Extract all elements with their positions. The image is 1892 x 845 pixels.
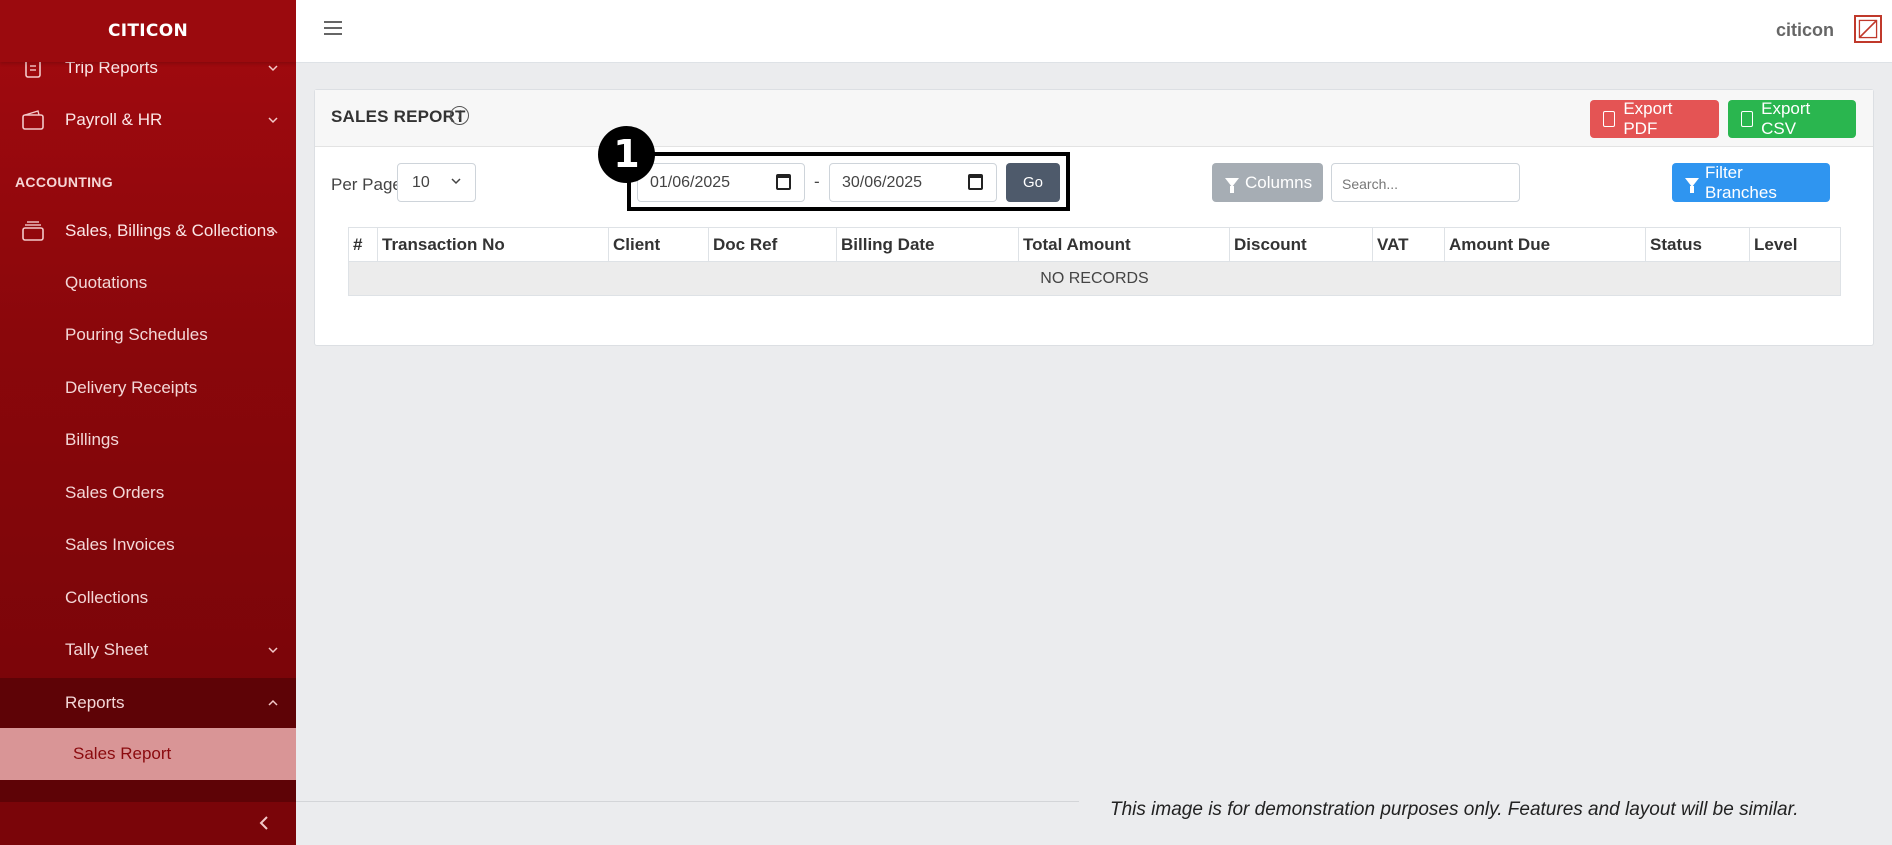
export-pdf-button[interactable]: Export PDF — [1590, 99, 1719, 138]
wallet-icon — [22, 110, 44, 130]
sidebar-section-title: ACCOUNTING — [15, 174, 113, 190]
sidebar-item-label: Payroll & HR — [65, 110, 163, 129]
sidebar-item-label: Pouring Schedules — [65, 325, 208, 344]
sidebar-item-sales-invoices[interactable]: Sales Invoices — [0, 521, 296, 569]
page-title: SALES REPORT — [331, 107, 466, 126]
chevron-down-icon — [451, 178, 461, 185]
column-header[interactable]: Status — [1645, 227, 1750, 262]
sidebar: CITICON Trip Reports Payroll & HR ACCOUN… — [0, 0, 296, 845]
columns-button[interactable]: Columns — [1212, 163, 1323, 202]
column-header[interactable]: Amount Due — [1444, 227, 1646, 262]
disclaimer-text: This image is for demonstration purposes… — [1110, 799, 1799, 820]
search-placeholder: Search... — [1342, 176, 1399, 192]
chevron-up-icon — [268, 699, 278, 706]
username[interactable]: citicon — [1776, 20, 1834, 41]
sidebar-collapse-bar[interactable] — [0, 802, 296, 845]
sidebar-group-sales[interactable]: Sales, Billings & Collections — [0, 219, 296, 243]
funnel-icon — [1225, 178, 1239, 193]
table-header-row: # Transaction No Client Doc Ref Billing … — [348, 227, 1841, 262]
export-pdf-label: Export PDF — [1623, 99, 1673, 138]
chevron-up-icon — [268, 227, 278, 234]
chevron-left-icon[interactable] — [256, 815, 272, 831]
sidebar-item-label: Sales Invoices — [65, 535, 175, 554]
sidebar-item-collections[interactable]: Collections — [0, 574, 296, 622]
stack-icon — [22, 221, 44, 241]
filter-branches-button[interactable]: Filter Branches — [1672, 163, 1830, 202]
table-row: NO RECORDS — [348, 261, 1841, 296]
sidebar-item-pouring-schedules[interactable]: Pouring Schedules — [0, 311, 296, 359]
sidebar-item-label: Sales Report — [73, 744, 172, 763]
menu-toggle-icon[interactable] — [324, 21, 342, 37]
per-page-value: 10 — [412, 174, 430, 191]
column-header[interactable]: # — [348, 227, 378, 262]
column-header[interactable]: Doc Ref — [708, 227, 837, 262]
sidebar-item-billings[interactable]: Billings — [0, 416, 296, 464]
sidebar-item-label: Quotations — [65, 273, 148, 292]
footer-divider — [296, 801, 1079, 802]
sidebar-item-reports[interactable]: Reports — [0, 679, 296, 727]
chevron-down-icon — [268, 117, 278, 124]
avatar[interactable] — [1854, 15, 1882, 43]
column-header[interactable]: Client — [608, 227, 709, 262]
sidebar-item-label: Tally Sheet — [65, 640, 149, 659]
sidebar-group-label: Sales, Billings & Collections — [65, 221, 275, 240]
callout-marker: 1 — [598, 126, 655, 183]
search-input[interactable]: Search... — [1331, 163, 1520, 202]
topbar: citicon — [296, 0, 1892, 63]
info-icon[interactable]: i — [450, 106, 469, 125]
chevron-down-icon — [268, 647, 278, 654]
date-range-highlight — [627, 152, 1070, 211]
sidebar-item-label: Billings — [65, 430, 119, 449]
sidebar-item-payroll-hr[interactable]: Payroll & HR — [0, 108, 296, 132]
sidebar-item-quotations[interactable]: Quotations — [0, 259, 296, 307]
file-pdf-icon — [1603, 111, 1616, 127]
sidebar-item-label: Reports — [65, 693, 125, 712]
card-header: SALES REPORT i Export PDF Export CSV — [315, 90, 1873, 147]
sales-report-card: SALES REPORT i Export PDF Export CSV Per… — [314, 89, 1874, 346]
export-csv-button[interactable]: Export CSV — [1728, 99, 1856, 138]
brand-logo[interactable]: CITICON — [0, 0, 296, 62]
column-header[interactable]: Level — [1749, 227, 1841, 262]
file-csv-icon — [1741, 111, 1754, 127]
sidebar-item-tally-sheet[interactable]: Tally Sheet — [0, 626, 296, 674]
sidebar-item-label: Delivery Receipts — [65, 378, 198, 397]
column-header[interactable]: Billing Date — [836, 227, 1019, 262]
chevron-down-icon — [268, 65, 278, 72]
sales-report-table: # Transaction No Client Doc Ref Billing … — [348, 227, 1841, 296]
columns-label: Columns — [1245, 172, 1313, 192]
empty-state: NO RECORDS — [348, 261, 1841, 296]
filter-branches-label: Filter Branches — [1705, 162, 1777, 202]
sidebar-item-sales-orders[interactable]: Sales Orders — [0, 469, 296, 517]
export-csv-label: Export CSV — [1761, 99, 1811, 138]
sidebar-item-label: Collections — [65, 588, 149, 607]
column-header[interactable]: Transaction No — [377, 227, 609, 262]
funnel-icon — [1685, 178, 1699, 193]
per-page-select[interactable]: 10 — [397, 163, 476, 202]
sidebar-item-label: Sales Orders — [65, 483, 165, 502]
sidebar-below-bg — [0, 780, 296, 802]
per-page-label: Per Page — [331, 175, 402, 194]
column-header[interactable]: Total Amount — [1018, 227, 1230, 262]
sidebar-item-sales-report[interactable]: Sales Report — [0, 728, 296, 780]
sidebar-item-delivery-receipts[interactable]: Delivery Receipts — [0, 364, 296, 412]
column-header[interactable]: Discount — [1229, 227, 1373, 262]
column-header[interactable]: VAT — [1372, 227, 1445, 262]
